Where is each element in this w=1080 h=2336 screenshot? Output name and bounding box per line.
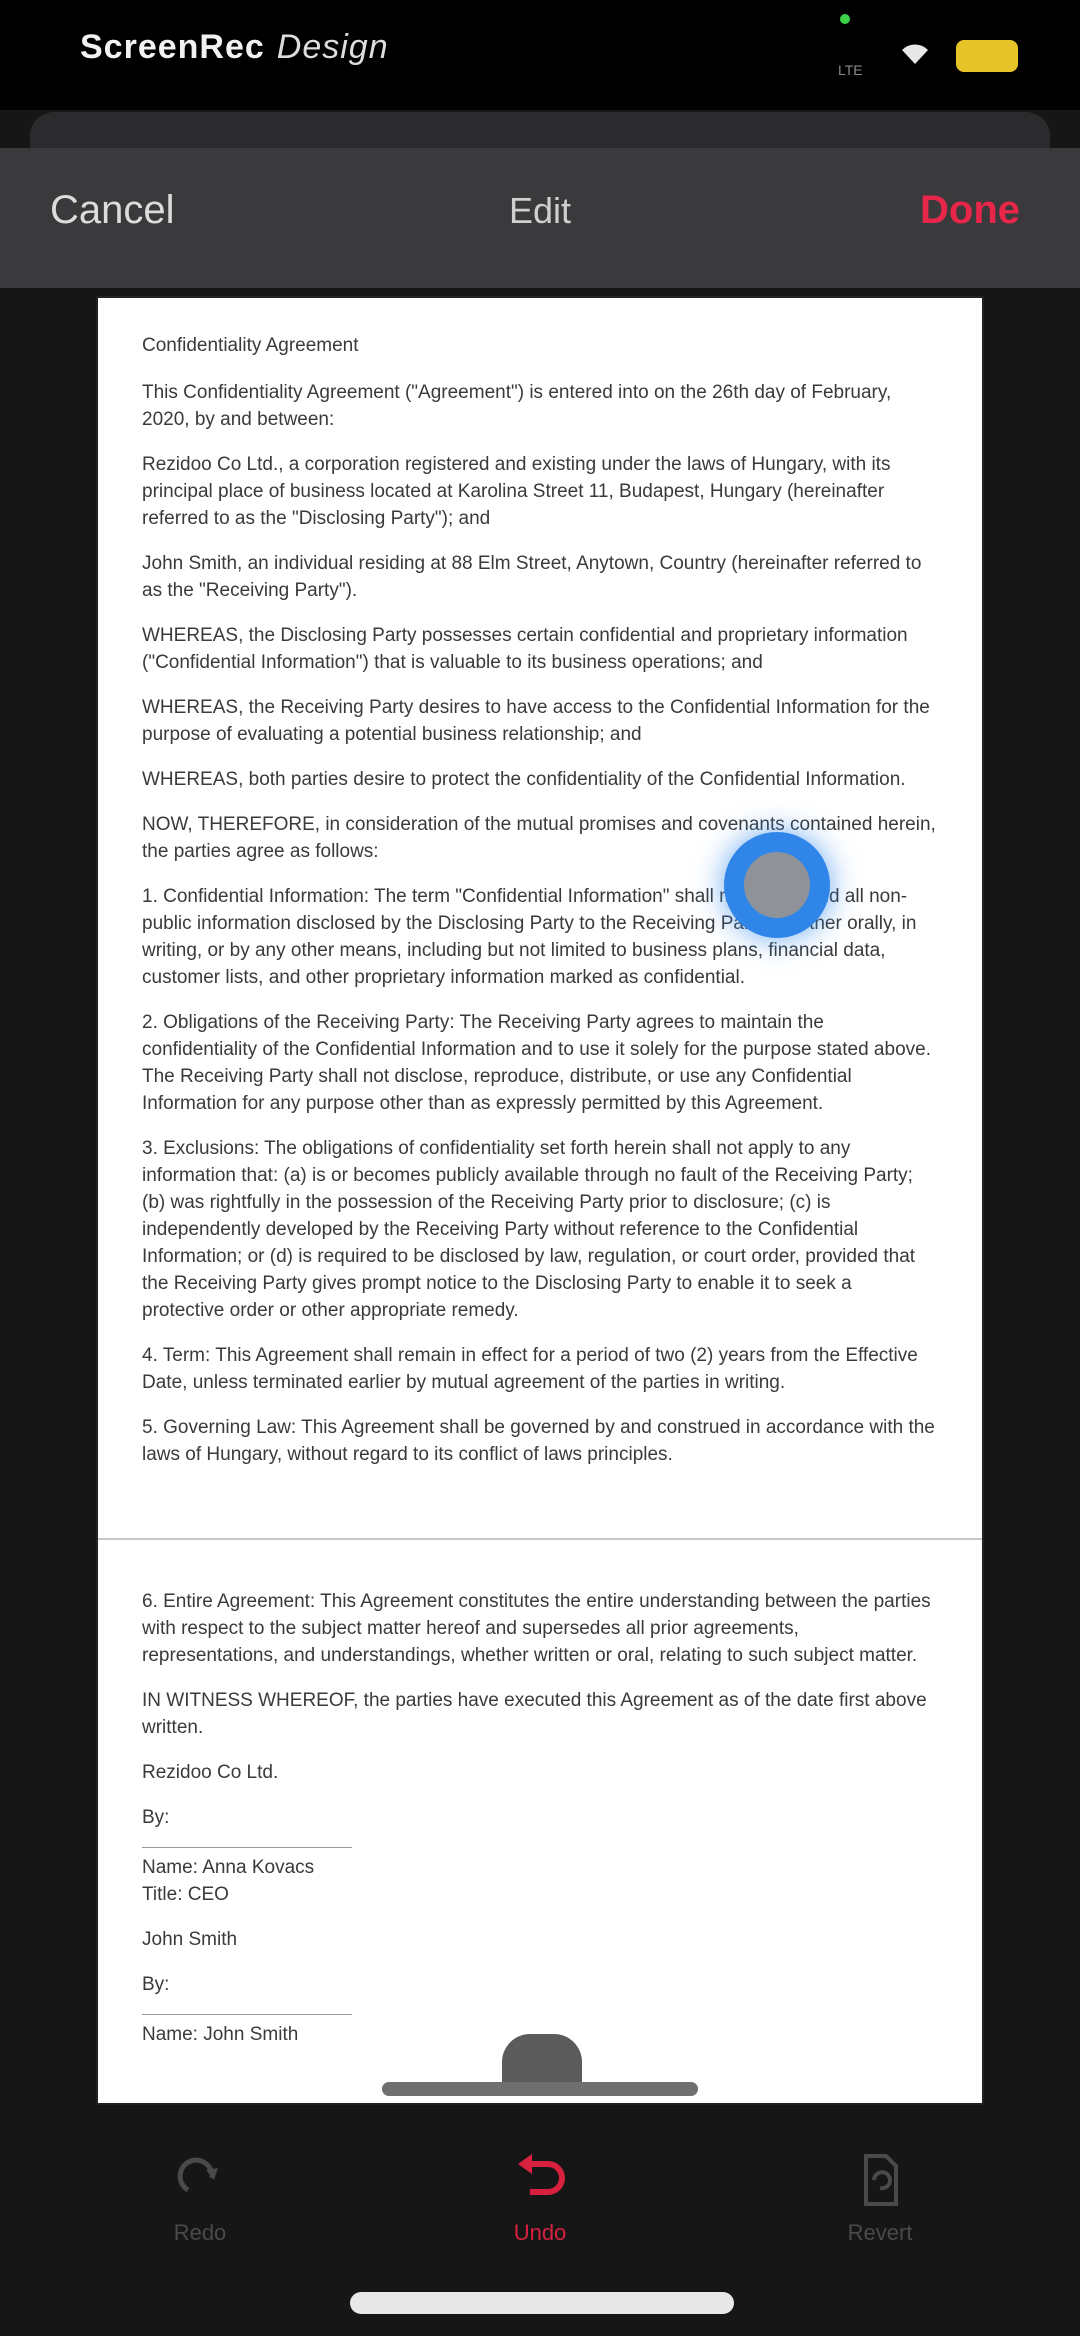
document-paragraph: John Smith, an individual residing at 88… bbox=[142, 553, 922, 601]
document-paragraph: 6. Entire Agreement: This Agreement cons… bbox=[142, 1591, 931, 1666]
redo-label: Redo bbox=[173, 2220, 227, 2245]
edit-header: Cancel Edit Done bbox=[0, 148, 1080, 288]
document-paragraph: This Confidentiality Agreement ("Agreeme… bbox=[142, 382, 892, 430]
redo-button[interactable]: Redo bbox=[100, 2150, 300, 2246]
signatory-title: Title: CEO bbox=[142, 1884, 229, 1905]
signature-party-two-name: John Smith bbox=[142, 1929, 238, 1950]
app-title: ScreenRec bbox=[80, 28, 265, 66]
recording-indicator: ScreenRec Design bbox=[80, 28, 389, 67]
document-paragraph: IN WITNESS WHEREOF, the parties have exe… bbox=[142, 1690, 927, 1738]
document-body-page-two: 6. Entire Agreement: This Agreement cons… bbox=[142, 1588, 938, 2048]
home-indicator[interactable] bbox=[350, 2292, 734, 2314]
document-paragraph: WHEREAS, both parties desire to protect … bbox=[142, 769, 906, 790]
battery-icon bbox=[956, 40, 1018, 72]
signature-by-label: By: bbox=[142, 1807, 170, 1828]
signature-by-label: By: bbox=[142, 1974, 170, 1995]
revert-icon bbox=[864, 2154, 898, 2206]
document-paragraph: 2. Obligations of the Receiving Party: T… bbox=[142, 1012, 931, 1114]
document-page[interactable]: Confidentiality Agreement This Confident… bbox=[98, 298, 982, 2103]
document-paragraph: WHEREAS, the Receiving Party desires to … bbox=[142, 697, 930, 745]
page-title: Edit bbox=[508, 190, 572, 231]
undo-button[interactable]: Undo bbox=[440, 2150, 640, 2246]
document-paragraph: WHEREAS, the Disclosing Party possesses … bbox=[142, 625, 908, 673]
undo-icon bbox=[518, 2154, 565, 2195]
document-paragraph: Rezidoo Co Ltd., a corporation registere… bbox=[142, 454, 891, 529]
wifi-icon bbox=[902, 44, 928, 64]
signal-text: LTE bbox=[838, 62, 863, 78]
page-break-divider bbox=[98, 1538, 982, 1540]
done-button[interactable]: Done bbox=[920, 188, 1020, 233]
signature-party-one-name: Rezidoo Co Ltd. bbox=[142, 1762, 279, 1783]
revert-label: Revert bbox=[847, 2220, 913, 2245]
document-title: Confidentiality Agreement bbox=[142, 335, 359, 356]
undo-label: Undo bbox=[513, 2220, 567, 2245]
signature-line bbox=[142, 1831, 352, 1848]
mode-label: Design bbox=[276, 28, 389, 66]
signatory-name: Name: Anna Kovacs bbox=[142, 1857, 315, 1878]
sheet-top-edge bbox=[30, 112, 1050, 148]
document-paragraph: 4. Term: This Agreement shall remain in … bbox=[142, 1345, 918, 1393]
camera-indicator-dot bbox=[840, 14, 850, 24]
touch-indicator bbox=[724, 832, 830, 938]
scroll-bar[interactable] bbox=[382, 2082, 698, 2096]
status-bar: ScreenRec Design LTE bbox=[0, 0, 1080, 110]
signature-block-one: By: Name: Anna Kovacs Title: CEO bbox=[142, 1804, 938, 1908]
revert-button[interactable]: Revert bbox=[780, 2150, 980, 2246]
signature-line bbox=[142, 1998, 352, 2015]
document-paragraph: 3. Exclusions: The obligations of confid… bbox=[142, 1138, 916, 1321]
redo-icon bbox=[177, 2157, 218, 2193]
document-paragraph: 5. Governing Law: This Agreement shall b… bbox=[142, 1417, 935, 1465]
